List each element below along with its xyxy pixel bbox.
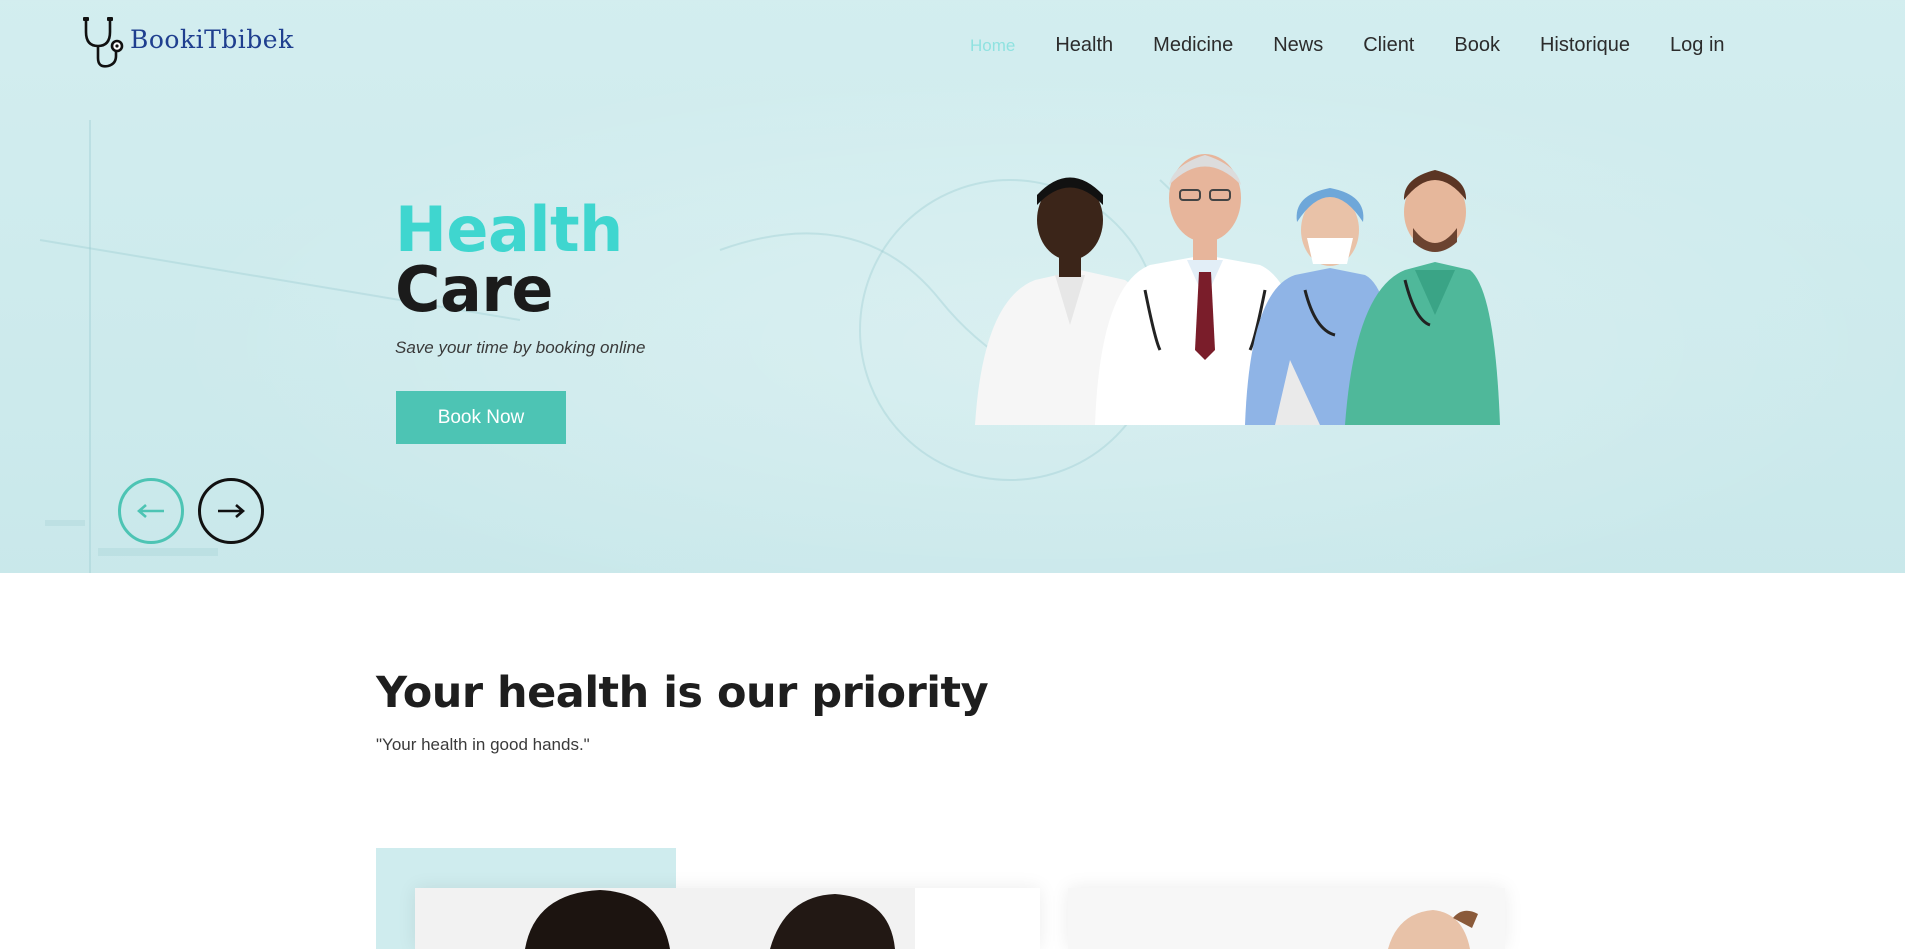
feature-card[interactable] <box>415 888 1040 949</box>
card-image <box>415 888 915 949</box>
hero-title-line2: Care <box>395 253 553 326</box>
card-image <box>1068 888 1505 949</box>
feature-card[interactable] <box>1068 888 1505 949</box>
background-graphics <box>39 120 1229 573</box>
doctors-group-image <box>975 154 1500 425</box>
main-nav: Home Health Medicine News Client Book Hi… <box>970 34 1725 60</box>
hero-section: BookiTbibek Home Health Medicine News Cl… <box>0 0 1905 573</box>
carousel-next-button[interactable] <box>198 478 264 544</box>
hero-title: Health Care <box>395 193 623 326</box>
arrow-left-icon <box>137 504 164 518</box>
nav-item-health[interactable]: Health <box>1055 34 1113 60</box>
section-quote: "Your health in good hands." <box>376 735 590 754</box>
nav-item-historique[interactable]: Historique <box>1540 34 1630 60</box>
hero-title-line1: Health <box>395 193 623 266</box>
section-title: Your health is our priority <box>376 668 989 718</box>
stethoscope-icon <box>83 17 124 68</box>
nav-item-client[interactable]: Client <box>1363 34 1414 60</box>
logo[interactable]: BookiTbibek <box>80 16 294 70</box>
arrow-right-icon <box>218 504 245 518</box>
hero-subtitle: Save your time by booking online <box>395 338 646 357</box>
nav-item-login[interactable]: Log in <box>1670 34 1725 60</box>
nav-item-medicine[interactable]: Medicine <box>1153 34 1233 60</box>
book-now-button[interactable]: Book Now <box>396 391 566 444</box>
logo-text: BookiTbibek <box>130 24 294 54</box>
carousel-prev-button[interactable] <box>118 478 184 544</box>
nav-item-book[interactable]: Book <box>1454 34 1500 60</box>
nav-item-news[interactable]: News <box>1273 34 1323 60</box>
nav-item-home[interactable]: Home <box>970 36 1015 60</box>
